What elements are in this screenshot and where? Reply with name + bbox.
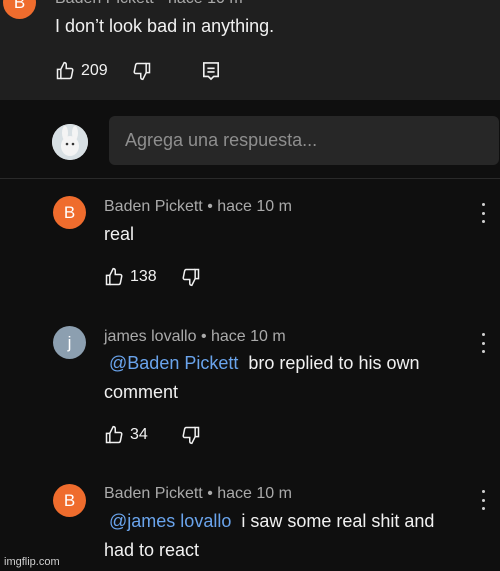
author-name[interactable]: Baden Pickett (104, 485, 203, 502)
timestamp[interactable]: hace 10 m (211, 328, 286, 345)
like-count: 34 (130, 426, 148, 443)
avatar[interactable]: B (3, 0, 36, 19)
like-button[interactable]: 138 (104, 267, 157, 287)
more-options-icon[interactable] (480, 203, 486, 223)
comment-text: @james lovallo i saw some real shit and … (104, 509, 474, 562)
comment-meta: Baden Pickett • hace 10 m (104, 198, 292, 216)
like-button[interactable]: 209 (55, 61, 108, 81)
comment-text-line: bro replied to his own (248, 353, 420, 373)
comment-icon (202, 61, 220, 81)
divider (0, 178, 500, 179)
author-name[interactable]: james lovallo (104, 328, 196, 345)
meta-separator: • (200, 328, 207, 345)
thumbs-up-icon (104, 267, 124, 287)
comment-meta: Baden Pickett · hace 10 m (55, 0, 243, 8)
thumbs-down-icon (181, 425, 201, 445)
timestamp[interactable]: hace 10 m (217, 485, 292, 502)
avatar[interactable]: B (53, 484, 86, 517)
thumbs-up-icon (104, 425, 124, 445)
avatar[interactable]: B (53, 196, 86, 229)
comment-text-line: comment (104, 382, 179, 402)
reply-button[interactable] (202, 61, 220, 81)
like-button[interactable]: 34 (104, 425, 148, 445)
thumbs-down-icon (132, 61, 152, 81)
like-count: 138 (130, 268, 157, 285)
mention-link[interactable]: @Baden Pickett (109, 353, 238, 373)
timestamp[interactable]: hace 10 m (217, 198, 292, 215)
comment-text-line: had to react (104, 540, 200, 560)
meta-separator: • (207, 198, 213, 215)
mention-link[interactable]: @james lovallo (109, 511, 231, 531)
comment-text-line: i saw some real shit and (241, 511, 435, 531)
top-comment: B Baden Pickett · hace 10 m I don’t look… (0, 0, 500, 100)
comment-text: real (104, 224, 135, 244)
reply-input-placeholder: Agrega una respuesta... (125, 130, 318, 150)
comment-meta: james lovallo • hace 10 m (104, 328, 286, 346)
avatar[interactable]: j (53, 326, 86, 359)
watermark: imgflip.com (4, 556, 60, 568)
dislike-button[interactable] (181, 425, 201, 445)
comment-meta: Baden Pickett • hace 10 m (104, 485, 292, 503)
dislike-button[interactable] (181, 267, 201, 287)
thumbs-up-icon (55, 61, 75, 81)
user-avatar (52, 124, 88, 160)
comment-text: @Baden Pickett bro replied to his own co… (104, 351, 474, 404)
meta-separator: • (207, 485, 213, 502)
dislike-button[interactable] (132, 61, 152, 81)
thumbs-down-icon (181, 267, 201, 287)
author-name[interactable]: Baden Pickett (104, 198, 203, 215)
more-options-icon[interactable] (480, 333, 486, 353)
reply-input[interactable]: Agrega una respuesta... (109, 116, 499, 165)
like-count: 209 (81, 62, 108, 79)
more-options-icon[interactable] (480, 490, 486, 510)
comment-text: I don’t look bad in anything. (55, 16, 275, 36)
